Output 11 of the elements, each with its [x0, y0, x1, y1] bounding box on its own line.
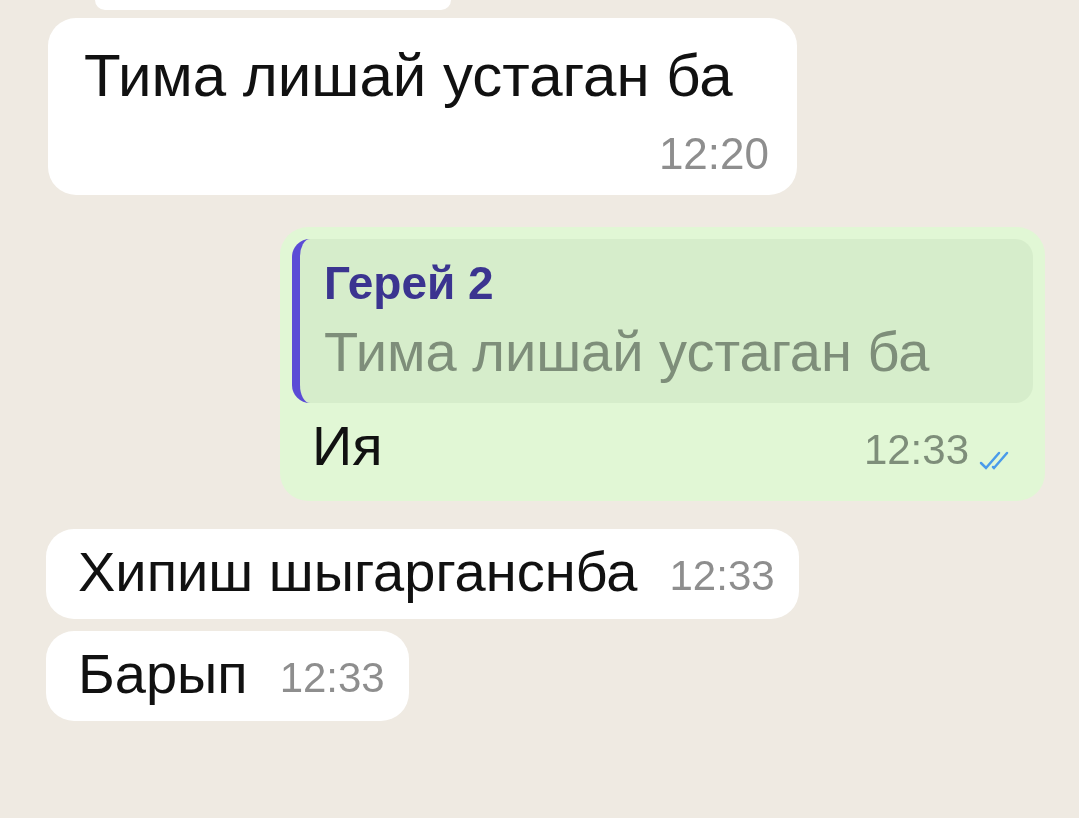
message-text: Хипиш шыгарганснба — [78, 538, 638, 605]
message-time: 12:33 — [669, 550, 775, 601]
quoted-message[interactable]: Герей 2 Тима лишай устаган ба — [292, 239, 1033, 403]
message-text: Ия — [312, 412, 383, 479]
quote-text: Тима лишай устаган ба — [324, 318, 931, 385]
message-time: 12:33 — [279, 652, 385, 703]
message-text: Барып — [78, 640, 248, 707]
message-text: Тима лишай устаган ба — [84, 41, 734, 111]
quote-author: Герей 2 — [324, 256, 495, 311]
message-time: 12:20 — [658, 128, 769, 180]
message-time: 12:33 — [863, 424, 969, 475]
